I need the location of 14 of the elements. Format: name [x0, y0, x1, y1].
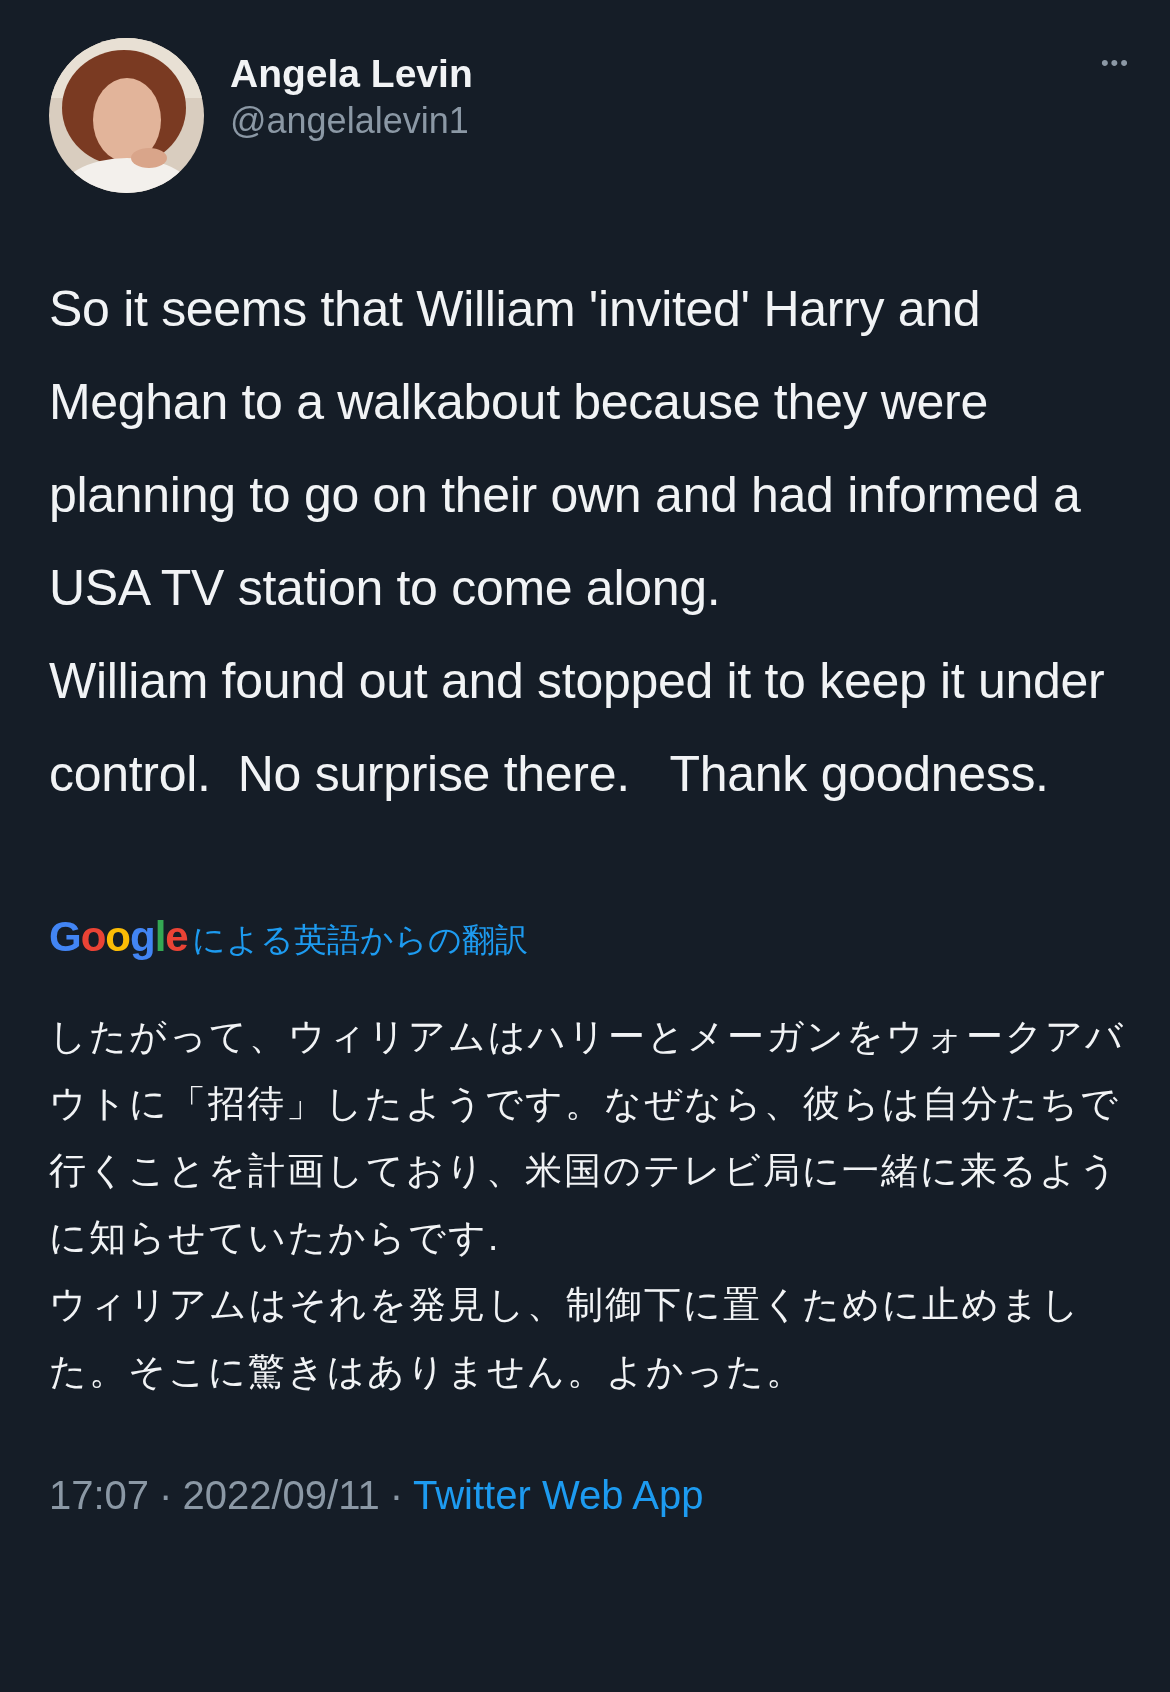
translated-text: したがって、ウィリアムはハリーとメーガンをウォークアバウトに「招待」したようです。なぜなら、彼らは自分たちで行くことを計画しており、米国のテレビ局に一緒に来るように知らせていたからです.: [49, 1015, 1126, 1260]
translation-link[interactable]: による英語からの翻訳: [191, 918, 528, 963]
google-logo: Google: [49, 913, 188, 961]
tweet-time: 17:07: [49, 1473, 150, 1518]
separator: ·: [159, 1473, 173, 1518]
separator: ·: [389, 1473, 403, 1518]
author-name[interactable]: Angela Levin: [230, 50, 1075, 98]
more-button[interactable]: •••: [1100, 50, 1130, 76]
tweet-date: 2022/09/11: [182, 1473, 380, 1518]
source-link[interactable]: Twitter Web App: [413, 1473, 704, 1518]
translated-text: ウィリアムはそれを発見し、制御下に置くために止めました。そこに驚きはありません。よかった。: [49, 1283, 1082, 1394]
author-handle[interactable]: @angelalevin1: [230, 98, 1075, 144]
tweet-text: So it seems that William 'invited' Harry and Meghan to a walkabout because they were planning to go on their own and had informed a USA TV station to come along.: [49, 280, 1082, 618]
tweet-text: William found out and stopped it to keep it under control. No surprise there. Thank goodness.: [49, 652, 1106, 804]
